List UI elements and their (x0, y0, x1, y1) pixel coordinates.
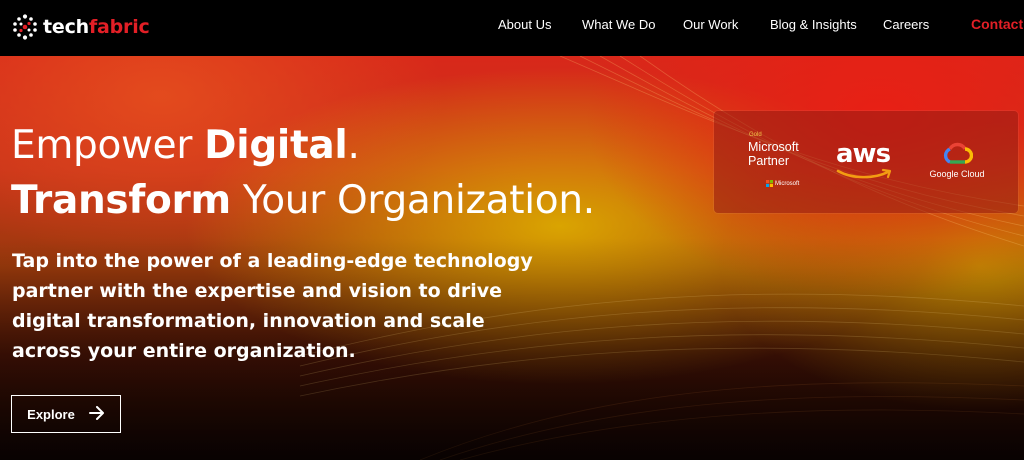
hero-headline: Empower Digital. Transform Your Organiza… (11, 123, 595, 223)
main-nav: About Us What We Do Our Work Blog & Insi… (0, 0, 1024, 48)
hero-description: Tap into the power of a leading-edge tec… (12, 250, 533, 362)
nav-careers[interactable]: Careers (883, 17, 929, 32)
aws-smile-icon (836, 168, 892, 179)
microsoft-partner-title: Microsoft Partner (748, 140, 799, 168)
nav-contact[interactable]: Contact (971, 16, 1023, 32)
site-header: techfabric About Us What We Do Our Work … (0, 0, 1024, 56)
microsoft-sub: Microsoft (766, 180, 799, 187)
explore-label: Explore (27, 406, 75, 422)
nav-our-work[interactable]: Our Work (683, 17, 738, 32)
aws-wordmark: aws (836, 139, 891, 169)
partner-badges-panel: Gold Microsoft Partner Microsoft aws Goo… (714, 111, 1018, 213)
hero-section: Empower Digital. Transform Your Organiza… (0, 56, 1024, 460)
nav-about-us[interactable]: About Us (498, 17, 551, 32)
arrow-right-icon (88, 405, 105, 423)
nav-what-we-do[interactable]: What We Do (582, 17, 655, 32)
google-cloud-label: Google Cloud (929, 169, 985, 179)
google-cloud-icon (943, 142, 973, 164)
nav-blog-insights[interactable]: Blog & Insights (770, 17, 857, 32)
microsoft-logo-icon (766, 180, 773, 187)
gold-label: Gold (749, 132, 762, 138)
explore-button[interactable]: Explore (11, 395, 121, 433)
aws-logo: aws (836, 141, 900, 185)
